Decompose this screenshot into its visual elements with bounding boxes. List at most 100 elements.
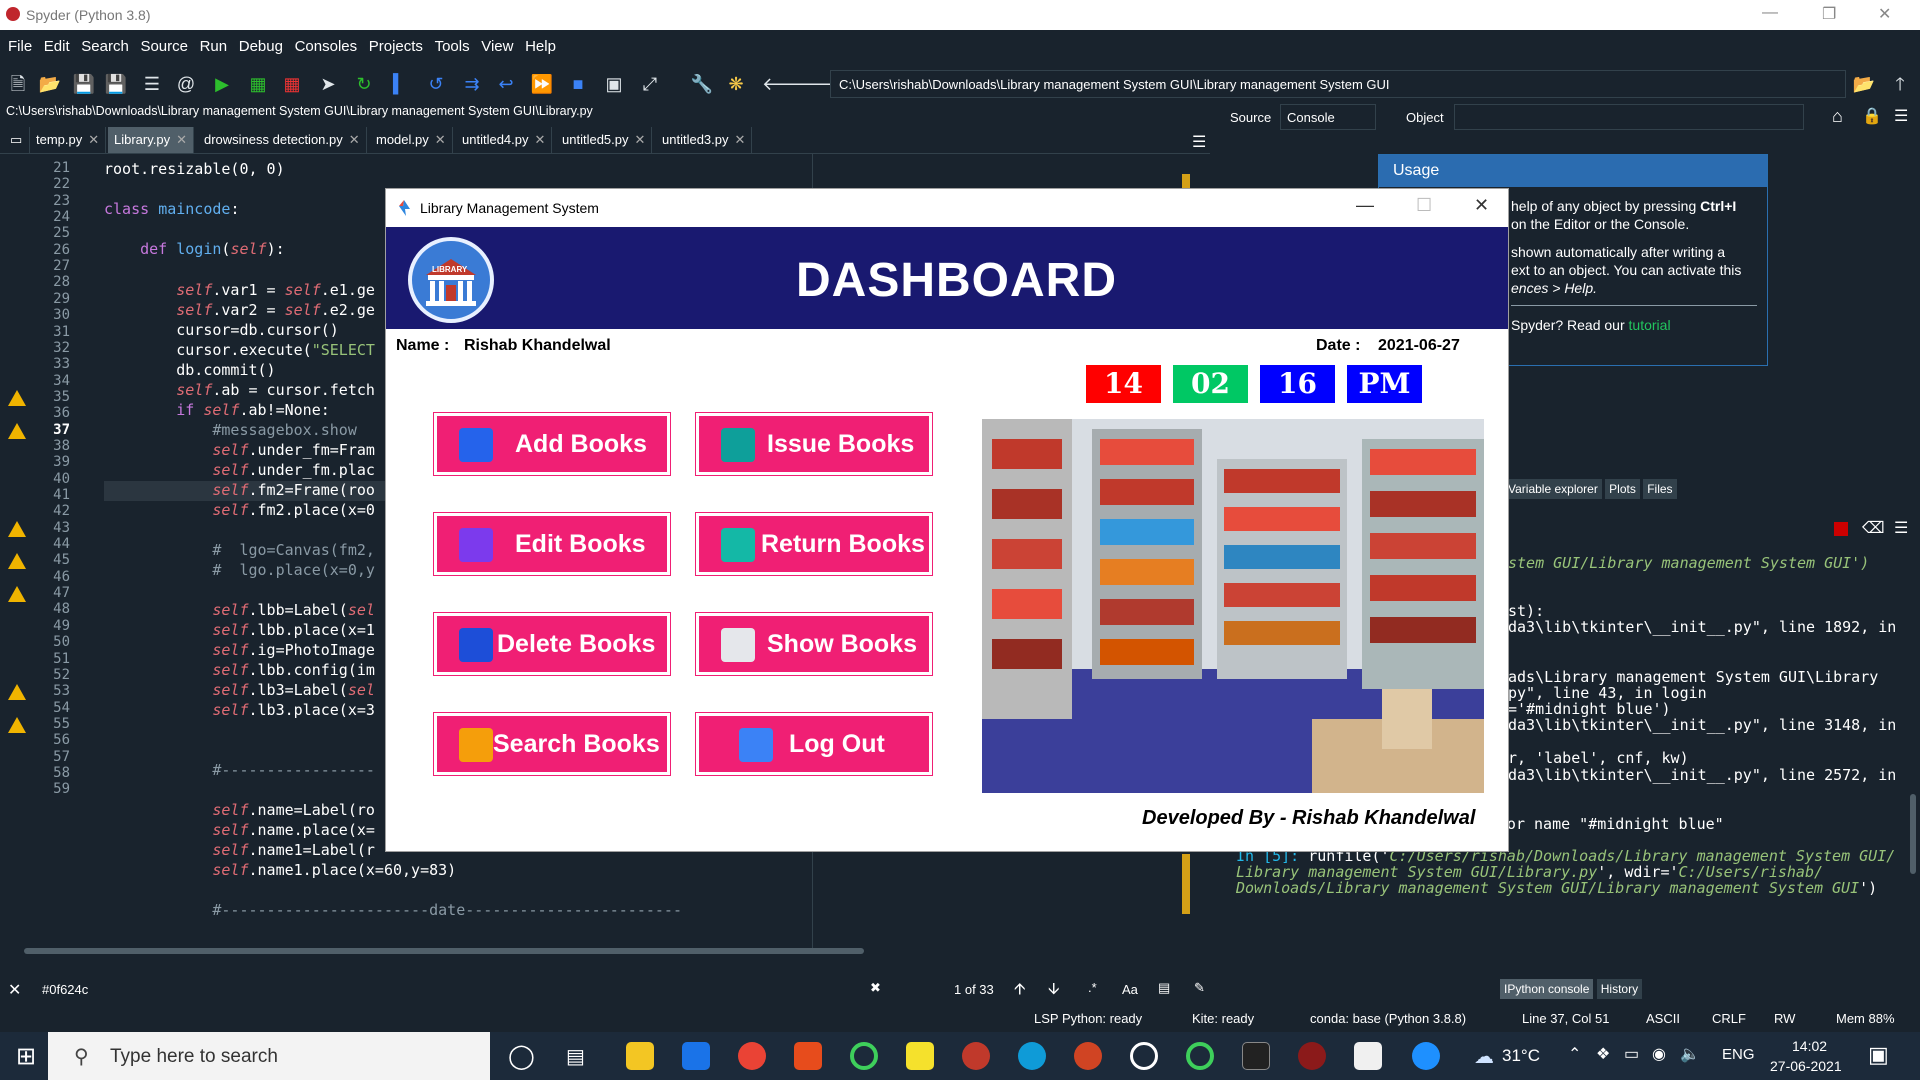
- tab-close-icon[interactable]: ✕: [735, 132, 746, 147]
- warning-icon[interactable]: [8, 684, 26, 701]
- menu-debug[interactable]: Debug: [235, 30, 287, 55]
- dropbox-icon[interactable]: ❖: [1596, 1044, 1610, 1064]
- search-books-button[interactable]: Search Books: [434, 713, 670, 775]
- chrome-profile-icon[interactable]: [962, 1042, 990, 1070]
- edit-books-button[interactable]: Edit Books: [434, 513, 670, 575]
- windows-start-icon[interactable]: ⊞: [16, 1042, 36, 1071]
- cortana-icon[interactable]: ◯: [508, 1042, 535, 1071]
- step-return-icon[interactable]: ↩: [494, 72, 518, 96]
- tab-untitled5[interactable]: untitled5.py ✕: [556, 127, 653, 153]
- find-input[interactable]: #0f624c: [34, 978, 894, 1002]
- forward-icon[interactable]: 🡒: [794, 72, 842, 96]
- clock-date[interactable]: 27-06-2021: [1770, 1058, 1842, 1074]
- tab-files[interactable]: Files: [1643, 479, 1677, 499]
- tab-library[interactable]: Library.py ✕: [108, 127, 195, 153]
- run-selection-icon[interactable]: ➤: [316, 72, 340, 96]
- regex-icon[interactable]: .*: [1088, 980, 1097, 995]
- warning-icon[interactable]: [8, 553, 26, 570]
- menu-source[interactable]: Source: [136, 30, 192, 55]
- menu-search[interactable]: Search: [77, 30, 133, 55]
- menu-consoles[interactable]: Consoles: [291, 30, 362, 55]
- save-all-icon[interactable]: 💾: [104, 72, 128, 96]
- battery-icon[interactable]: ▭: [1624, 1044, 1639, 1064]
- issue-books-button[interactable]: Issue Books: [696, 413, 932, 475]
- case-sensitive-toggle[interactable]: Aa: [1122, 982, 1138, 997]
- find-next-icon[interactable]: 🡫: [1048, 978, 1060, 1005]
- tab-untitled4[interactable]: untitled4.py ✕: [456, 127, 553, 153]
- save-icon[interactable]: 💾: [72, 72, 96, 96]
- open-file-icon[interactable]: 📂: [38, 72, 62, 96]
- browse-folder-icon[interactable]: 📂: [1852, 72, 1876, 96]
- object-input[interactable]: [1454, 104, 1804, 130]
- maximize-pane-icon[interactable]: ▣: [602, 72, 626, 96]
- tab-ipython-console[interactable]: IPython console: [1500, 979, 1594, 999]
- clock-time[interactable]: 14:02: [1792, 1038, 1827, 1054]
- tab-drowsiness[interactable]: drowsiness detection.py ✕: [198, 127, 367, 153]
- tutorial-link[interactable]: tutorial: [1629, 317, 1671, 333]
- menu-projects[interactable]: Projects: [365, 30, 427, 55]
- working-directory-input[interactable]: C:\Users\rishab\Downloads\Library manage…: [830, 70, 1846, 98]
- warning-icon[interactable]: [8, 520, 26, 537]
- pane-options-icon[interactable]: ☰: [1894, 106, 1908, 126]
- tab-close-icon[interactable]: ✕: [535, 132, 546, 147]
- tray-chevron-icon[interactable]: ⌃: [1568, 1044, 1581, 1064]
- run-cell-icon[interactable]: ▦: [246, 72, 270, 96]
- mail-icon[interactable]: [682, 1042, 710, 1070]
- notifications-icon[interactable]: ▣: [1868, 1042, 1889, 1068]
- menu-view[interactable]: View: [477, 30, 517, 55]
- network-icon[interactable]: ◉: [1652, 1044, 1666, 1064]
- warning-icon[interactable]: [8, 586, 26, 603]
- tab-close-icon[interactable]: ✕: [176, 132, 187, 147]
- tab-close-icon[interactable]: ✕: [349, 132, 360, 147]
- lock-icon[interactable]: 🔒: [1862, 106, 1882, 126]
- tab-close-icon[interactable]: ✕: [435, 132, 446, 147]
- browse-tabs-icon[interactable]: ▭: [4, 127, 30, 153]
- return-books-button[interactable]: Return Books: [696, 513, 932, 575]
- tk-app-icon[interactable]: [1354, 1042, 1382, 1070]
- office-icon[interactable]: [794, 1042, 822, 1070]
- obs-icon[interactable]: [1130, 1042, 1158, 1070]
- delete-books-button[interactable]: Delete Books: [434, 613, 670, 675]
- task-view-icon[interactable]: ▤: [566, 1044, 585, 1069]
- volume-icon[interactable]: 🔈: [1680, 1044, 1700, 1064]
- fullscreen-icon[interactable]: ⤢: [638, 72, 662, 96]
- new-file-icon[interactable]: 🗎: [6, 72, 30, 96]
- minimize-icon[interactable]: —: [1762, 4, 1778, 22]
- preferences-icon[interactable]: 🔧: [690, 72, 714, 96]
- rerun-icon[interactable]: ↻: [352, 72, 376, 96]
- show-books-button[interactable]: Show Books: [696, 613, 932, 675]
- tab-options-icon[interactable]: ☰: [1186, 127, 1212, 153]
- taskbar-search[interactable]: ⚲ Type here to search: [48, 1032, 490, 1080]
- continue-icon[interactable]: ⏩: [530, 72, 554, 96]
- restore-icon[interactable]: ❐: [1822, 4, 1836, 24]
- file-explorer-icon[interactable]: [626, 1042, 654, 1070]
- anaconda-navigator-icon[interactable]: [1186, 1042, 1214, 1070]
- tab-close-icon[interactable]: ✕: [88, 132, 99, 147]
- log-out-button[interactable]: Log Out: [696, 713, 932, 775]
- spyder-taskbar-icon[interactable]: [1298, 1042, 1326, 1070]
- run-icon[interactable]: ▶: [210, 72, 234, 96]
- source-select[interactable]: Console: [1280, 104, 1376, 130]
- find-previous-icon[interactable]: 🡩: [1014, 978, 1026, 1005]
- warning-icon[interactable]: [8, 422, 26, 439]
- parent-dir-icon[interactable]: 🡑: [1888, 72, 1912, 96]
- chrome-icon[interactable]: [738, 1042, 766, 1070]
- menu-run[interactable]: Run: [196, 30, 232, 55]
- tab-variable-explorer[interactable]: Variable explorer: [1504, 479, 1602, 499]
- menu-help[interactable]: Help: [521, 30, 560, 55]
- weather-temp[interactable]: 31°C: [1502, 1046, 1540, 1066]
- highlight-icon[interactable]: ✎: [1194, 980, 1205, 996]
- sticky-notes-icon[interactable]: [906, 1042, 934, 1070]
- powerpoint-icon[interactable]: [1074, 1042, 1102, 1070]
- tab-temp[interactable]: temp.py ✕: [30, 127, 107, 153]
- close-find-icon[interactable]: ✕: [8, 980, 21, 1000]
- edge-icon[interactable]: [1018, 1042, 1046, 1070]
- warning-icon[interactable]: [8, 389, 26, 406]
- menu-edit[interactable]: Edit: [40, 30, 74, 55]
- clear-find-icon[interactable]: ✖: [870, 980, 881, 996]
- tab-history[interactable]: History: [1596, 979, 1643, 999]
- tab-plots[interactable]: Plots: [1605, 479, 1640, 499]
- whole-word-icon[interactable]: ▤: [1158, 980, 1170, 996]
- editor-horizontal-scrollbar[interactable]: [24, 948, 864, 954]
- step-into-icon[interactable]: ⇉: [460, 72, 484, 96]
